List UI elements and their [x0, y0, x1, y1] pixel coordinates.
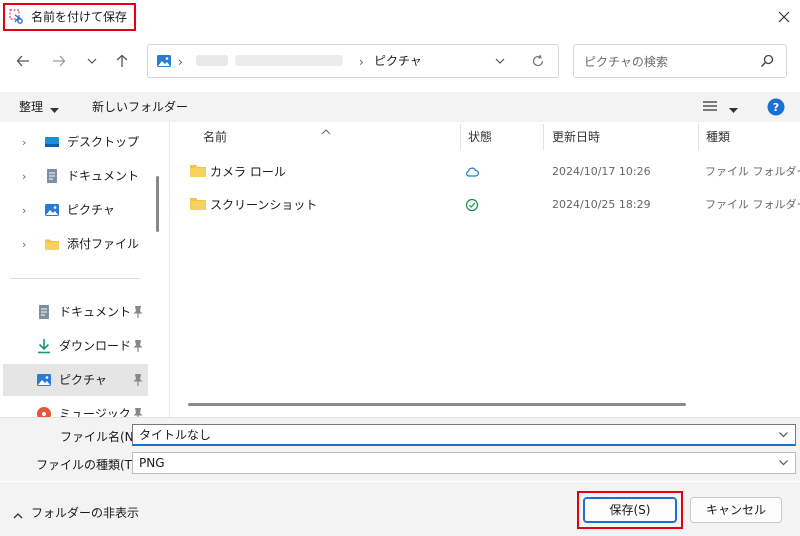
- chevron-down-icon: [87, 58, 97, 64]
- column-divider[interactable]: [460, 124, 461, 150]
- nav-scrollbar[interactable]: [156, 176, 159, 232]
- recent-locations-button[interactable]: [80, 49, 104, 73]
- download-icon: [36, 338, 52, 354]
- horizontal-scrollbar[interactable]: [188, 403, 686, 406]
- chevron-up-icon[interactable]: [13, 508, 23, 522]
- filetype-label: ファイルの種類(T):: [36, 458, 141, 472]
- quick-item-downloads[interactable]: ダウンロード: [0, 330, 150, 362]
- back-button[interactable]: [11, 49, 35, 73]
- nav-divider: [10, 278, 140, 279]
- arrow-left-icon: [16, 55, 29, 67]
- chevron-right-icon[interactable]: ›: [22, 204, 26, 217]
- column-header-modified[interactable]: 更新日時: [552, 131, 600, 143]
- column-divider[interactable]: [543, 124, 544, 150]
- desktop-icon: [44, 134, 60, 150]
- address-dropdown-icon[interactable]: [494, 55, 506, 70]
- svg-text:?: ?: [773, 101, 779, 114]
- quick-item-label: ダウンロード: [59, 339, 132, 353]
- column-header-name[interactable]: 名前: [203, 131, 227, 143]
- column-header-status[interactable]: 状態: [468, 131, 492, 143]
- quick-item-music[interactable]: ミュージック: [0, 398, 150, 417]
- filename-label: ファイル名(N):: [60, 430, 143, 444]
- quick-item-label: ミュージック: [59, 407, 131, 417]
- forward-button[interactable]: [47, 49, 71, 73]
- file-name: スクリーンショット: [210, 198, 318, 212]
- filetype-value: PNG: [139, 456, 165, 470]
- new-folder-button[interactable]: 新しいフォルダー: [92, 101, 188, 113]
- save-button[interactable]: 保存(S): [583, 497, 677, 523]
- nav-item-pictures[interactable]: › ピクチャ: [0, 194, 150, 226]
- nav-item-documents[interactable]: › ドキュメント: [0, 160, 150, 192]
- pin-icon[interactable]: [132, 407, 144, 417]
- nav-item-label: ピクチャ: [67, 203, 115, 217]
- arrow-right-icon: [53, 55, 66, 67]
- folder-icon: [189, 164, 207, 178]
- nav-item-desktop[interactable]: › デスクトップ: [0, 126, 150, 158]
- close-icon: [778, 11, 790, 23]
- folder-icon: [189, 197, 207, 211]
- snipping-tool-icon: [9, 9, 25, 25]
- nav-item-attachments[interactable]: › 添付ファイル: [0, 228, 150, 260]
- pictures-icon: [44, 202, 60, 218]
- chevron-right-icon[interactable]: ›: [22, 136, 26, 149]
- column-header-type[interactable]: 種類: [706, 131, 730, 143]
- refresh-icon[interactable]: [531, 54, 545, 71]
- window-title: 名前を付けて保存: [31, 10, 128, 24]
- nav-item-label: 添付ファイル: [67, 237, 140, 251]
- file-type: ファイル フォルダー: [705, 198, 800, 211]
- navigation-pane: › デスクトップ › ドキュメント › ピクチャ › 添付ファイル ドキュメント: [0, 122, 170, 417]
- filename-input[interactable]: タイトルなし: [139, 429, 211, 441]
- blurred-breadcrumb-segment: [196, 55, 228, 66]
- pin-icon[interactable]: [132, 373, 144, 387]
- search-input[interactable]: ピクチャの検索: [584, 56, 668, 68]
- folder-icon: [44, 236, 60, 252]
- pin-icon[interactable]: [132, 339, 144, 353]
- cancel-button[interactable]: キャンセル: [690, 497, 782, 523]
- pictures-icon: [156, 53, 172, 69]
- search-icon[interactable]: [760, 54, 774, 71]
- chevron-right-icon[interactable]: ›: [22, 170, 26, 183]
- nav-item-label: ドキュメント: [67, 169, 140, 183]
- file-date: 2024/10/17 10:26: [552, 165, 651, 178]
- chevron-down-icon[interactable]: [778, 457, 789, 471]
- chevron-down-icon[interactable]: [778, 429, 789, 443]
- blurred-breadcrumb-segment: [235, 55, 343, 66]
- cloud-icon: [465, 165, 479, 179]
- document-icon: [44, 168, 60, 184]
- hide-folders-toggle[interactable]: フォルダーの非表示: [31, 507, 139, 519]
- caret-down-icon[interactable]: [729, 103, 738, 117]
- check-circle-icon: [465, 198, 479, 212]
- caret-down-icon: [50, 103, 59, 117]
- quick-item-label: ピクチャ: [59, 373, 107, 387]
- file-type: ファイル フォルダー: [705, 165, 800, 178]
- view-options-icon[interactable]: [703, 100, 717, 115]
- quick-item-documents[interactable]: ドキュメント: [0, 296, 150, 328]
- filename-field[interactable]: タイトルなし: [132, 424, 796, 446]
- quick-item-pictures[interactable]: ピクチャ: [3, 364, 148, 396]
- up-button[interactable]: [110, 49, 134, 73]
- breadcrumb-current[interactable]: ピクチャ: [374, 55, 422, 67]
- file-name: カメラ ロール: [210, 165, 286, 179]
- file-row[interactable]: スクリーンショット 2024/10/25 18:29 ファイル フォルダー: [179, 190, 800, 220]
- column-divider[interactable]: [698, 124, 699, 150]
- help-icon[interactable]: ?: [767, 98, 785, 119]
- chevron-right-icon[interactable]: ›: [22, 238, 26, 251]
- organize-button[interactable]: 整理: [19, 101, 43, 113]
- file-date: 2024/10/25 18:29: [552, 198, 651, 211]
- nav-item-label: デスクトップ: [67, 135, 140, 149]
- breadcrumb-separator-icon: ›: [359, 55, 364, 69]
- quick-item-label: ドキュメント: [59, 305, 132, 319]
- breadcrumb-separator-icon: ›: [178, 55, 183, 69]
- document-icon: [36, 304, 52, 320]
- save-button-label: 保存(S): [609, 503, 651, 517]
- filetype-select[interactable]: PNG: [132, 452, 796, 474]
- file-row[interactable]: カメラ ロール 2024/10/17 10:26 ファイル フォルダー: [179, 157, 800, 187]
- arrow-up-icon: [116, 54, 128, 67]
- pictures-icon: [36, 372, 52, 388]
- close-button[interactable]: [770, 3, 798, 31]
- music-icon: [36, 406, 52, 417]
- cancel-button-label: キャンセル: [705, 503, 766, 517]
- pin-icon[interactable]: [132, 305, 144, 319]
- sort-ascending-icon: [321, 124, 331, 138]
